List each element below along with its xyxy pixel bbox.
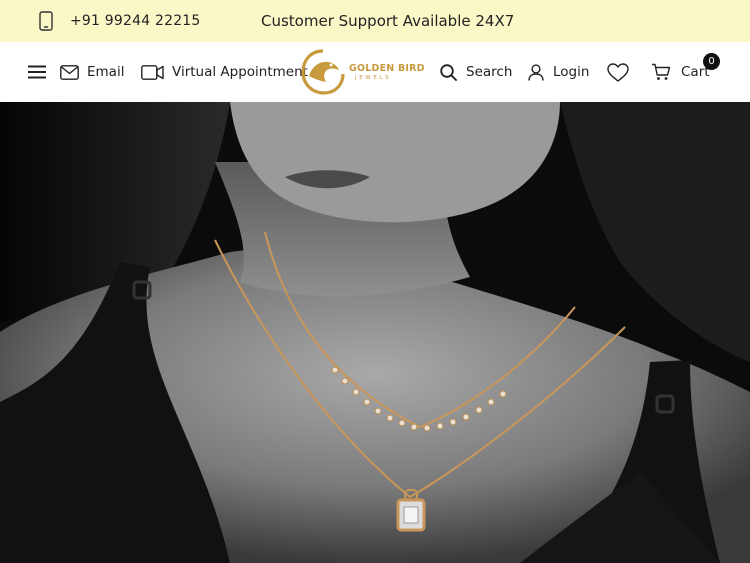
search-label: Search — [466, 64, 513, 80]
phone-number-link[interactable]: +91 99244 22215 — [70, 0, 201, 42]
login-label: Login — [553, 64, 590, 80]
cart-button[interactable]: Cart — [651, 42, 710, 102]
menu-icon — [28, 65, 46, 79]
envelope-icon — [60, 64, 79, 80]
user-icon — [528, 63, 544, 81]
phone-icon — [39, 11, 53, 31]
cart-icon — [652, 63, 671, 80]
wishlist-button[interactable] — [607, 42, 629, 102]
announcement-bar: +91 99244 22215 Customer Support Availab… — [0, 0, 750, 42]
heart-icon — [607, 62, 629, 82]
hero-image — [0, 102, 750, 563]
brand-logo[interactable]: GOLDEN BIRD JEWELS — [300, 46, 425, 98]
site-header: Email Virtual Appointment GOLDEN BIRD JE… — [0, 42, 750, 102]
hero-banner[interactable] — [0, 102, 750, 563]
search-button[interactable]: Search — [440, 42, 512, 102]
video-camera-icon — [141, 64, 164, 80]
virtual-appointment-button[interactable]: Virtual Appointment — [141, 42, 308, 102]
login-button[interactable]: Login — [528, 42, 589, 102]
search-icon — [440, 63, 457, 81]
cart-count-badge: 0 — [703, 53, 720, 70]
bird-logo-icon — [301, 49, 345, 95]
support-message: Customer Support Available 24X7 — [261, 12, 515, 30]
virtual-appointment-label: Virtual Appointment — [172, 64, 308, 80]
logo-wordmark: GOLDEN BIRD — [349, 63, 425, 74]
menu-button[interactable] — [28, 42, 46, 102]
email-label: Email — [87, 64, 125, 80]
logo-subtext: JEWELS — [355, 75, 392, 81]
email-button[interactable]: Email — [60, 42, 124, 102]
